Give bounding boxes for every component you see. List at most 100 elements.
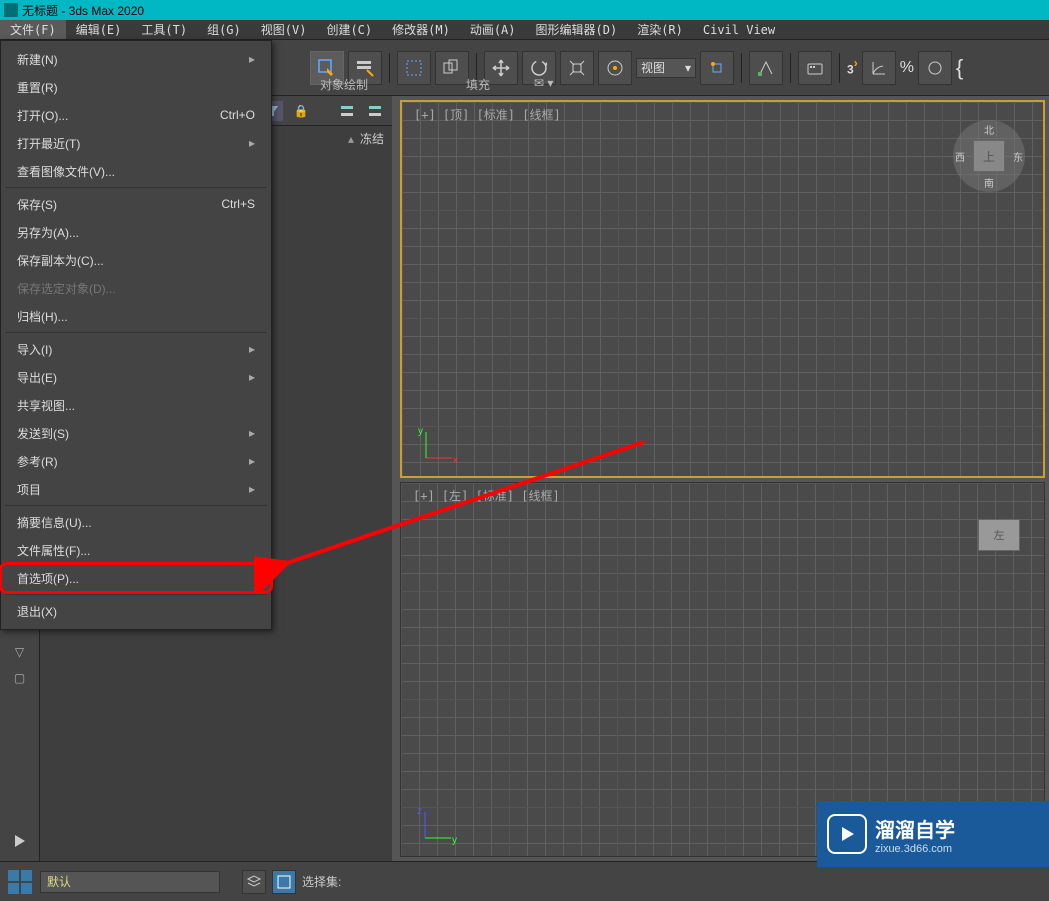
- menu-separator: [5, 187, 267, 188]
- submenu-arrow-icon: ▸: [249, 52, 255, 66]
- chevron-down-icon: ▾: [685, 61, 691, 75]
- menu-graph[interactable]: 图形编辑器(D): [526, 20, 628, 39]
- grid: [401, 483, 1044, 857]
- menu-project[interactable]: 项目▸: [1, 475, 271, 503]
- axis-gizmo-left: y z: [417, 806, 457, 846]
- window-title: 无标题 - 3ds Max 2020: [22, 2, 144, 19]
- menu-archive[interactable]: 归档(H)...: [1, 302, 271, 330]
- view-cube-left[interactable]: 左: [978, 519, 1020, 551]
- layer-dropdown[interactable]: 默认: [40, 871, 220, 893]
- menu-import[interactable]: 导入(I)▸: [1, 335, 271, 363]
- submenu-arrow-icon: ▸: [249, 454, 255, 468]
- percent-snap-icon[interactable]: %: [900, 59, 914, 77]
- viewcube-face[interactable]: 上: [973, 140, 1005, 172]
- menu-animation[interactable]: 动画(A): [460, 20, 526, 39]
- menu-group[interactable]: 组(G): [197, 20, 251, 39]
- menu-tools[interactable]: 工具(T): [131, 20, 197, 39]
- menu-save-copy[interactable]: 保存副本为(C)...: [1, 246, 271, 274]
- axis-y-label: y: [452, 835, 457, 846]
- watermark-title: 溜溜自学: [875, 814, 955, 843]
- separator: [790, 53, 791, 83]
- layer-manager-icon[interactable]: [242, 870, 266, 894]
- menu-new[interactable]: 新建(N)▸: [1, 45, 271, 73]
- axis-x-label: x: [453, 455, 458, 466]
- spinner-snap-icon[interactable]: [918, 51, 952, 85]
- scale-icon[interactable]: [560, 51, 594, 85]
- menu-send-to[interactable]: 发送到(S)▸: [1, 419, 271, 447]
- separator: [839, 53, 840, 83]
- menu-reset[interactable]: 重置(R): [1, 73, 271, 101]
- frozen-label: 冻结: [360, 130, 384, 147]
- viewcube-east: 东: [1013, 149, 1023, 164]
- expand-icon: ▴: [348, 132, 354, 146]
- submenu-arrow-icon: ▸: [249, 342, 255, 356]
- placement-icon[interactable]: [598, 51, 632, 85]
- menu-exit[interactable]: 退出(X): [1, 597, 271, 625]
- menu-view-image[interactable]: 查看图像文件(V)...: [1, 157, 271, 185]
- menu-preferences[interactable]: 首选项(P)...: [1, 564, 271, 592]
- menu-save-selected: 保存选定对象(D)...: [1, 274, 271, 302]
- clipboard-icon[interactable]: ▢: [10, 668, 30, 688]
- submenu-arrow-icon: ▸: [249, 426, 255, 440]
- menu-save-as[interactable]: 另存为(A)...: [1, 218, 271, 246]
- submenu-arrow-icon: ▸: [249, 136, 255, 150]
- display-col-icon[interactable]: [336, 100, 358, 122]
- status-bar: 默认 选择集:: [0, 861, 1049, 901]
- menu-open-recent[interactable]: 打开最近(T)▸: [1, 129, 271, 157]
- selection-set-label: 选择集:: [302, 873, 341, 890]
- menu-share-view[interactable]: 共享视图...: [1, 391, 271, 419]
- app-icon: [4, 3, 18, 17]
- menu-civil[interactable]: Civil View: [693, 20, 785, 39]
- menu-separator: [5, 594, 267, 595]
- menu-file[interactable]: 文件(F): [0, 20, 66, 39]
- viewport-area: [+] [顶] [标准] [线框] 北 南 西 东 上 x y [+] [左] …: [392, 96, 1049, 861]
- snap-3-icon[interactable]: 3›: [847, 56, 858, 78]
- viewcube-south: 南: [984, 175, 994, 190]
- menu-modifier[interactable]: 修改器(M): [382, 20, 460, 39]
- viewport-layout-icon[interactable]: [6, 868, 34, 896]
- watermark-url: zixue.3d66.com: [875, 843, 955, 855]
- ref-coord-dropdown[interactable]: 视图 ▾: [636, 58, 696, 78]
- keyboard-shortcut-icon[interactable]: [798, 51, 832, 85]
- view-cube-top[interactable]: 北 南 西 东 上: [953, 120, 1025, 192]
- menu-file-props[interactable]: 文件属性(F)...: [1, 536, 271, 564]
- layer-label: 默认: [47, 873, 71, 890]
- axis-gizmo-top: x y: [418, 426, 458, 466]
- curve-editor-icon[interactable]: [272, 870, 296, 894]
- watermark: 溜溜自学 zixue.3d66.com: [817, 801, 1049, 867]
- display-col2-icon[interactable]: [364, 100, 386, 122]
- viewport-left-label[interactable]: [+] [左] [标准] [线框]: [413, 487, 560, 504]
- triangle-down-icon[interactable]: ▽: [10, 642, 30, 662]
- play-icon[interactable]: [10, 831, 30, 851]
- title-bar: 无标题 - 3ds Max 2020: [0, 0, 1049, 20]
- envelope-icon[interactable]: ✉ ▾: [534, 76, 553, 93]
- menu-export[interactable]: 导出(E)▸: [1, 363, 271, 391]
- watermark-play-icon: [827, 814, 867, 854]
- submenu-arrow-icon: ▸: [249, 370, 255, 384]
- submenu-arrow-icon: ▸: [249, 482, 255, 496]
- viewport-top[interactable]: [+] [顶] [标准] [线框] 北 南 西 东 上 x y: [400, 100, 1045, 478]
- angle-snap-icon[interactable]: [862, 51, 896, 85]
- pivot-icon[interactable]: [700, 51, 734, 85]
- viewcube-north: 北: [984, 122, 994, 137]
- menu-render[interactable]: 渲染(R): [627, 20, 693, 39]
- menu-separator: [5, 505, 267, 506]
- menu-reference[interactable]: 参考(R)▸: [1, 447, 271, 475]
- grid: [402, 102, 1043, 476]
- menu-separator: [5, 332, 267, 333]
- shortcut-label: Ctrl+S: [221, 197, 255, 211]
- menu-save[interactable]: 保存(S)Ctrl+S: [1, 190, 271, 218]
- manipulate-icon[interactable]: [749, 51, 783, 85]
- viewcube-west: 西: [955, 149, 965, 164]
- menu-bar: 文件(F) 编辑(E) 工具(T) 组(G) 视图(V) 创建(C) 修改器(M…: [0, 20, 1049, 40]
- menu-summary-info[interactable]: 摘要信息(U)...: [1, 508, 271, 536]
- menu-view[interactable]: 视图(V): [251, 20, 317, 39]
- shortcut-label: Ctrl+O: [220, 108, 255, 122]
- menu-edit[interactable]: 编辑(E): [66, 20, 132, 39]
- viewport-top-label[interactable]: [+] [顶] [标准] [线框]: [414, 106, 561, 123]
- brace-icon[interactable]: {: [956, 55, 963, 81]
- lock-icon[interactable]: 🔒: [290, 100, 312, 122]
- sublabel-fill: 填充: [466, 76, 490, 93]
- menu-open[interactable]: 打开(O)...Ctrl+O: [1, 101, 271, 129]
- menu-create[interactable]: 创建(C): [316, 20, 382, 39]
